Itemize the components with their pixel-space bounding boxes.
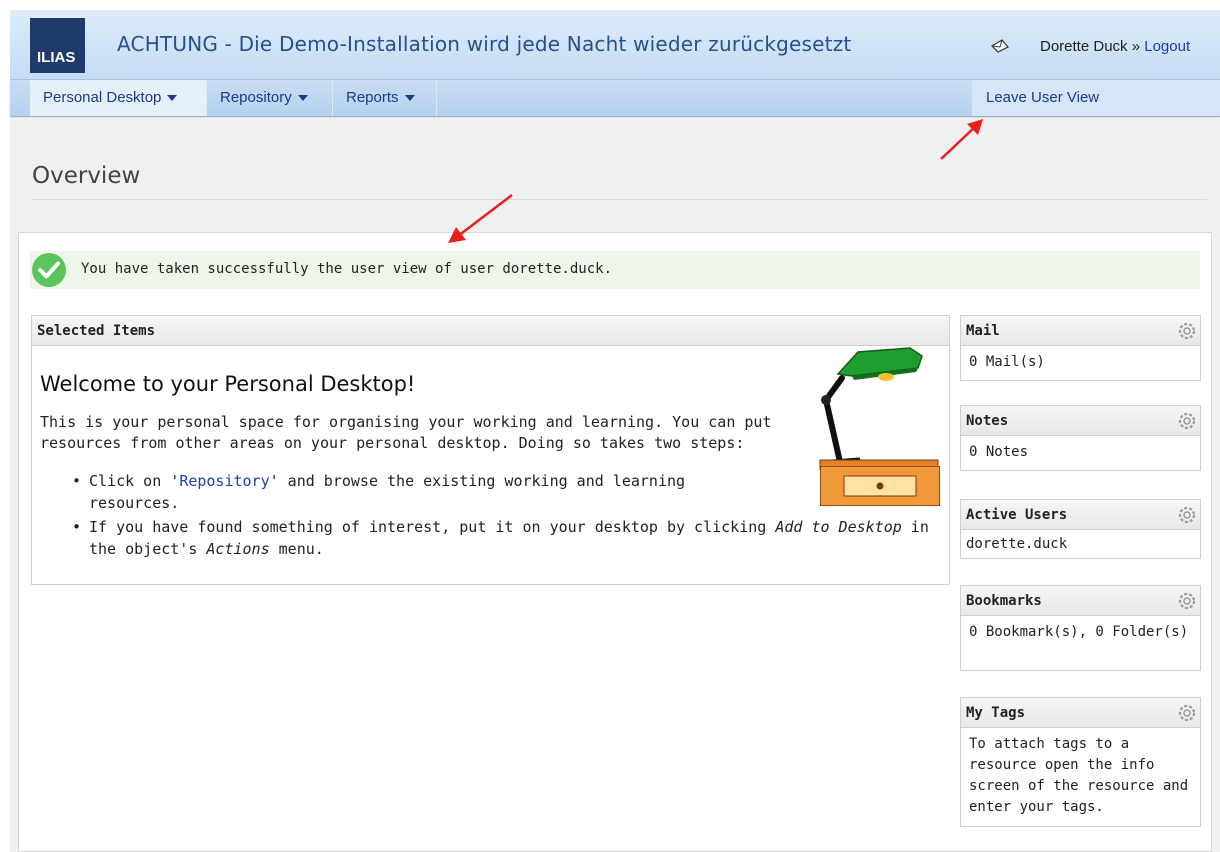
active-users-block-header: Active Users (961, 500, 1200, 530)
notes-block: Notes 0 Notes (960, 405, 1201, 471)
mail-block-body: 0 Mail(s) (969, 354, 1045, 370)
step1-prefix: Click on ' (89, 472, 180, 490)
mail-block-title: Mail (966, 323, 1000, 339)
welcome-title: Welcome to your Personal Desktop! (40, 372, 416, 396)
bullet: • (72, 472, 82, 490)
selected-items-panel: Selected Items Welcome to your Personal … (31, 315, 950, 585)
bookmarks-block-header: Bookmarks (961, 586, 1200, 616)
success-message: You have taken successfully the user vie… (30, 251, 1200, 289)
bullet: • (72, 518, 82, 536)
gear-icon[interactable] (1177, 591, 1197, 611)
annotation-arrow-icon (448, 194, 513, 243)
user-name[interactable]: Dorette Duck (1040, 38, 1128, 55)
logout-link[interactable]: Logout (1144, 38, 1190, 55)
nav-repository[interactable]: Repository (207, 80, 332, 116)
gear-icon[interactable] (1177, 505, 1197, 525)
header: ILIAS ACHTUNG - Die Demo-Installation wi… (10, 10, 1220, 80)
title-divider (32, 199, 1207, 200)
list-item: • If you have found something of interest… (72, 516, 942, 560)
logo-text: ILIAS (37, 49, 76, 66)
repository-link[interactable]: Repository (179, 472, 269, 490)
desk-lamp-icon (819, 347, 939, 474)
user-area: Dorette Duck » Logout (1040, 38, 1190, 55)
gear-icon[interactable] (1177, 411, 1197, 431)
notes-block-header: Notes (961, 406, 1200, 436)
main-content: You have taken successfully the user vie… (18, 232, 1212, 852)
nav-personal-desktop-label: Personal Desktop (43, 89, 162, 106)
bookmarks-block: Bookmarks 0 Bookmark(s), 0 Folder(s) (960, 585, 1201, 671)
gear-icon[interactable] (1177, 703, 1197, 723)
site-title: ACHTUNG - Die Demo-Installation wird jed… (117, 32, 852, 56)
list-item: • Click on 'Repository' and browse the ex… (72, 470, 712, 514)
gear-icon[interactable] (1177, 321, 1197, 341)
my-tags-block: My Tags To attach tags to a resource ope… (960, 697, 1201, 827)
page-title: Overview (32, 163, 141, 189)
nav-reports-label: Reports (346, 89, 399, 106)
mail-block: Mail 0 Mail(s) (960, 315, 1201, 381)
actions-text: Actions (206, 540, 270, 558)
annotation-arrow-icon (940, 119, 983, 160)
my-tags-block-header: My Tags (961, 698, 1200, 728)
desk-drawer-icon (820, 466, 940, 506)
my-tags-block-body: To attach tags to a resource open the in… (969, 736, 1189, 815)
nav-divider (436, 80, 437, 116)
my-tags-block-title: My Tags (966, 705, 1026, 721)
leave-user-view-button[interactable]: Leave User View (972, 80, 1220, 116)
active-users-block-title: Active Users (966, 507, 1068, 523)
success-message-text: You have taken successfully the user vie… (81, 261, 613, 277)
notes-block-body: 0 Notes (969, 444, 1029, 460)
ilias-logo[interactable]: ILIAS (30, 18, 85, 73)
page-area: Overview You have taken successfully the… (10, 118, 1220, 852)
nav-personal-desktop[interactable]: Personal Desktop (30, 80, 206, 116)
mail-icon[interactable] (990, 38, 1010, 54)
user-separator: » (1127, 38, 1145, 55)
nav-reports[interactable]: Reports (333, 80, 436, 116)
welcome-steps: • Click on 'Repository' and browse the ex… (72, 470, 942, 560)
bookmarks-block-body: 0 Bookmark(s), 0 Folder(s) (969, 624, 1189, 640)
add-to-desktop-text: Add to Desktop (775, 518, 902, 536)
welcome-intro: This is your personal space for organisi… (40, 413, 772, 452)
notes-block-title: Notes (966, 413, 1009, 429)
bookmarks-block-title: Bookmarks (966, 593, 1042, 609)
nav-repository-label: Repository (220, 89, 292, 106)
check-circle-icon (32, 253, 66, 287)
active-users-block: Active Users dorette.duck (960, 499, 1201, 559)
chevron-down-icon (167, 95, 178, 102)
step2-prefix: If you have found something of interest,… (89, 518, 776, 536)
step2-suffix: menu. (269, 540, 324, 558)
app-frame: ILIAS ACHTUNG - Die Demo-Installation wi… (0, 0, 1220, 852)
chevron-down-icon (404, 95, 415, 102)
active-users-block-body[interactable]: dorette.duck (961, 530, 1200, 559)
mail-block-header: Mail (961, 316, 1200, 346)
chevron-down-icon (297, 95, 308, 102)
main-navigation: Personal Desktop Repository Reports Leav… (10, 80, 1220, 117)
